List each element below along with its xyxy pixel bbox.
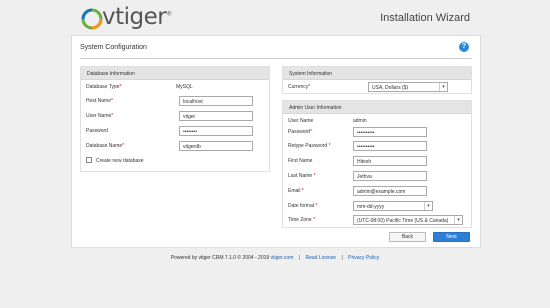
admin-user-information-panel: Admin User Information User Name admin P… xyxy=(282,100,472,228)
database-type-value: MySQL xyxy=(176,84,193,90)
first-name-row: First Name Hitesh xyxy=(283,156,471,166)
db-user-name-row: User Name* vtiger xyxy=(81,111,269,121)
page-title: System Configuration xyxy=(80,44,147,51)
first-name-input[interactable]: Hitesh xyxy=(353,156,427,166)
footer-separator: | xyxy=(341,255,343,261)
retype-password-row: Retype Password * •••••••••• xyxy=(283,141,471,151)
db-password-label: Password xyxy=(86,128,108,134)
system-information-heading: System Information xyxy=(283,67,471,80)
date-format-select-value: mm-dd-yyyy xyxy=(357,204,385,210)
back-button[interactable]: Back xyxy=(389,232,426,242)
admin-user-information-heading: Admin User Information xyxy=(283,101,471,114)
host-name-label: Host Name* xyxy=(86,98,113,104)
read-license-link[interactable]: Read License xyxy=(305,255,336,261)
db-user-name-input[interactable]: vtiger xyxy=(179,111,253,121)
vtiger-site-link[interactable]: vtiger.com xyxy=(271,255,294,261)
create-new-database-row: Create new database xyxy=(81,157,269,167)
last-name-label: Last Name * xyxy=(288,173,316,179)
currency-select[interactable]: USA, Dollars ($) ▾ xyxy=(368,82,448,92)
time-zone-row: Time Zone * (UTC-08:00) Pacific Time (US… xyxy=(283,215,471,225)
currency-label: Currency* xyxy=(288,84,311,90)
database-information-panel: Database Information Database Type* MySQ… xyxy=(80,66,270,172)
time-zone-select[interactable]: (UTC-08:00) Pacific Time (US & Canada) ▾ xyxy=(353,215,463,225)
currency-select-value: USA, Dollars ($) xyxy=(372,85,409,91)
create-new-database-checkbox[interactable] xyxy=(86,157,92,163)
wizard-title: Installation Wizard xyxy=(380,12,470,24)
last-name-row: Last Name * Jethva xyxy=(283,171,471,181)
database-type-row: Database Type* MySQL xyxy=(81,82,269,92)
database-information-heading: Database Information xyxy=(81,67,269,80)
powered-by-text: Powered by vtiger CRM 7.1.0 © 2004 - 201… xyxy=(170,255,270,261)
currency-row: Currency* USA, Dollars ($) ▾ xyxy=(283,82,471,92)
date-format-label: Date format * xyxy=(288,203,318,209)
host-name-input[interactable]: localhost xyxy=(179,96,253,106)
db-password-row: Password •••••••• xyxy=(81,126,269,136)
admin-password-input[interactable]: •••••••••• xyxy=(353,127,427,137)
retype-password-label: Retype Password * xyxy=(288,143,331,149)
brand-name: vtiger® xyxy=(102,4,172,30)
retype-password-input[interactable]: •••••••••• xyxy=(353,141,427,151)
admin-password-row: Password* •••••••••• xyxy=(283,127,471,137)
system-configuration-card: System Configuration ? Database Informat… xyxy=(71,35,481,248)
chevron-down-icon: ▾ xyxy=(454,216,462,224)
chevron-down-icon: ▾ xyxy=(439,83,447,91)
chevron-down-icon: ▾ xyxy=(424,202,432,210)
create-new-database-label: Create new database xyxy=(96,158,144,164)
admin-user-name-value: admin xyxy=(353,118,367,124)
db-password-input[interactable]: •••••••• xyxy=(179,126,253,136)
date-format-row: Date format * mm-dd-yyyy ▾ xyxy=(283,201,471,211)
database-name-label: Database Name* xyxy=(86,143,125,149)
footer: Powered by vtiger CRM 7.1.0 © 2004 - 201… xyxy=(0,255,550,261)
help-icon[interactable]: ? xyxy=(459,42,469,52)
database-name-row: Database Name* vtigerdb xyxy=(81,141,269,151)
host-name-row: Host Name* localhost xyxy=(81,96,269,106)
email-input[interactable]: admin@example.com xyxy=(353,186,427,196)
database-type-label: Database Type* xyxy=(86,84,122,90)
next-button[interactable]: Next xyxy=(433,232,470,242)
database-name-input[interactable]: vtigerdb xyxy=(179,141,253,151)
db-user-name-label: User Name* xyxy=(86,113,114,119)
first-name-label: First Name xyxy=(288,158,313,164)
admin-user-name-row: User Name admin xyxy=(283,116,471,126)
admin-user-name-label: User Name xyxy=(288,118,314,124)
title-divider xyxy=(80,58,472,59)
time-zone-select-value: (UTC-08:00) Pacific Time (US & Canada) xyxy=(357,218,449,224)
email-label: Email * xyxy=(288,188,304,194)
vtiger-logo-mark xyxy=(81,8,103,30)
email-row: Email * admin@example.com xyxy=(283,186,471,196)
last-name-input[interactable]: Jethva xyxy=(353,171,427,181)
time-zone-label: Time Zone * xyxy=(288,217,316,223)
privacy-policy-link[interactable]: Privacy Policy xyxy=(348,255,379,261)
date-format-select[interactable]: mm-dd-yyyy ▾ xyxy=(353,201,433,211)
admin-password-label: Password* xyxy=(288,129,312,135)
system-information-panel: System Information Currency* USA, Dollar… xyxy=(282,66,472,94)
footer-separator: | xyxy=(298,255,301,261)
